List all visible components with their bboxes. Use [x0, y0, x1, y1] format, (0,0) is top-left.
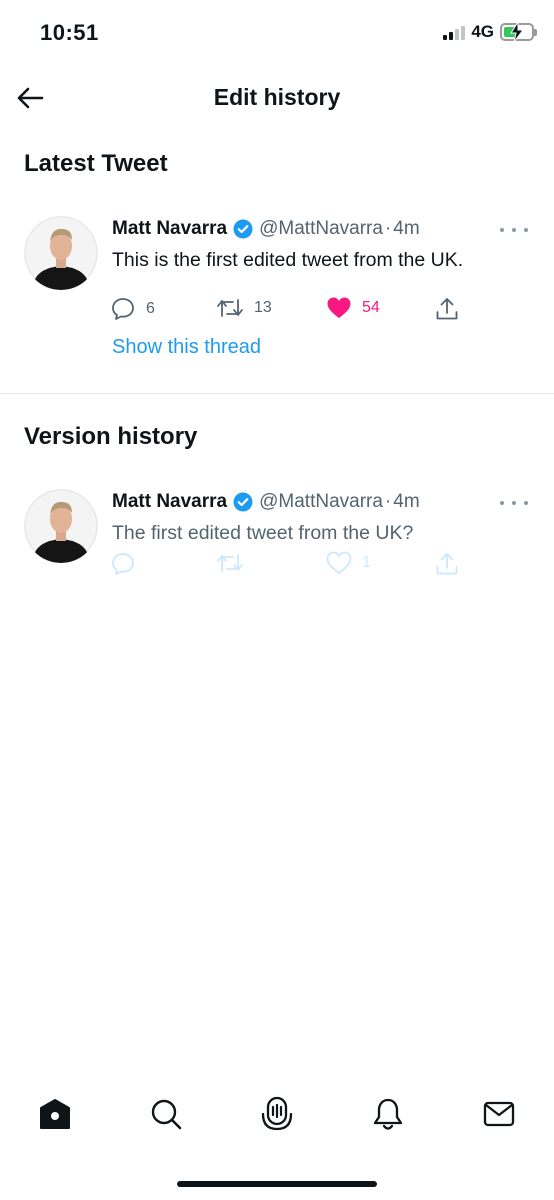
tab-home[interactable] — [33, 1092, 77, 1136]
page-title: Edit history — [213, 84, 341, 110]
status-indicators: 4G — [443, 22, 537, 42]
retweet-icon — [217, 554, 243, 572]
like-button[interactable]: 54 — [326, 296, 380, 320]
like-button: 1 — [326, 551, 371, 575]
tweet-header: Matt Navarra @MattNavarra · 4m — [112, 491, 420, 513]
reply-icon — [112, 553, 134, 575]
status-bar: 10:51 4G — [0, 0, 554, 70]
reply-count: 6 — [146, 300, 155, 317]
retweet-icon — [217, 299, 243, 317]
signal-icon — [443, 24, 466, 40]
reply-button — [110, 551, 136, 577]
tab-spaces[interactable] — [255, 1092, 299, 1136]
version-history-heading: Version history — [24, 423, 198, 450]
avatar[interactable] — [24, 216, 98, 290]
tab-search[interactable] — [144, 1092, 188, 1136]
separator-dot: · — [384, 218, 392, 239]
like-count: 54 — [362, 299, 380, 316]
verified-badge-icon — [233, 219, 253, 239]
retweet-button — [216, 551, 244, 575]
share-icon — [436, 553, 458, 575]
search-icon — [151, 1099, 182, 1130]
verified-badge-icon — [233, 492, 253, 512]
author-name[interactable]: Matt Navarra — [112, 491, 227, 513]
share-icon — [436, 298, 458, 320]
status-time: 10:51 — [40, 20, 99, 45]
home-indicator[interactable] — [177, 1181, 377, 1187]
bottom-tab-bar — [0, 1084, 554, 1144]
page-header: Edit history — [0, 70, 554, 126]
latest-tweet-heading: Latest Tweet — [24, 150, 168, 177]
spaces-icon — [261, 1096, 293, 1131]
author-name[interactable]: Matt Navarra — [112, 218, 227, 240]
tweet-header: Matt Navarra @MattNavarra · 4m — [112, 218, 420, 240]
separator-dot: · — [384, 491, 392, 512]
show-thread-link[interactable]: Show this thread — [112, 336, 261, 359]
more-options-button[interactable] — [500, 495, 528, 511]
reply-icon — [112, 298, 134, 320]
tweet-actions: 6 13 54 — [110, 296, 470, 326]
avatar[interactable] — [24, 489, 98, 563]
heart-filled-icon — [327, 297, 351, 318]
messages-icon — [483, 1101, 515, 1127]
network-type: 4G — [471, 22, 494, 41]
tweet-text: The first edited tweet from the UK? — [112, 522, 414, 544]
reply-button[interactable]: 6 — [110, 296, 155, 322]
like-count: 1 — [362, 554, 371, 571]
more-options-button[interactable] — [500, 222, 528, 238]
home-icon — [40, 1099, 70, 1129]
share-button[interactable] — [434, 296, 460, 322]
tab-messages[interactable] — [477, 1092, 521, 1136]
author-handle[interactable]: @MattNavarra — [259, 218, 383, 240]
heart-icon — [326, 551, 352, 575]
tweet-actions: 1 — [110, 551, 470, 581]
tab-notifications[interactable] — [366, 1092, 410, 1136]
tweet-timestamp[interactable]: 4m — [393, 218, 419, 240]
battery-icon — [500, 22, 537, 42]
section-divider — [0, 393, 554, 394]
author-handle[interactable]: @MattNavarra — [259, 491, 383, 513]
share-button — [434, 551, 460, 577]
tweet-timestamp[interactable]: 4m — [393, 491, 419, 513]
notifications-icon — [373, 1098, 403, 1130]
retweet-button[interactable]: 13 — [216, 296, 272, 320]
tweet-text: This is the first edited tweet from the … — [112, 249, 464, 271]
retweet-count: 13 — [254, 299, 272, 316]
